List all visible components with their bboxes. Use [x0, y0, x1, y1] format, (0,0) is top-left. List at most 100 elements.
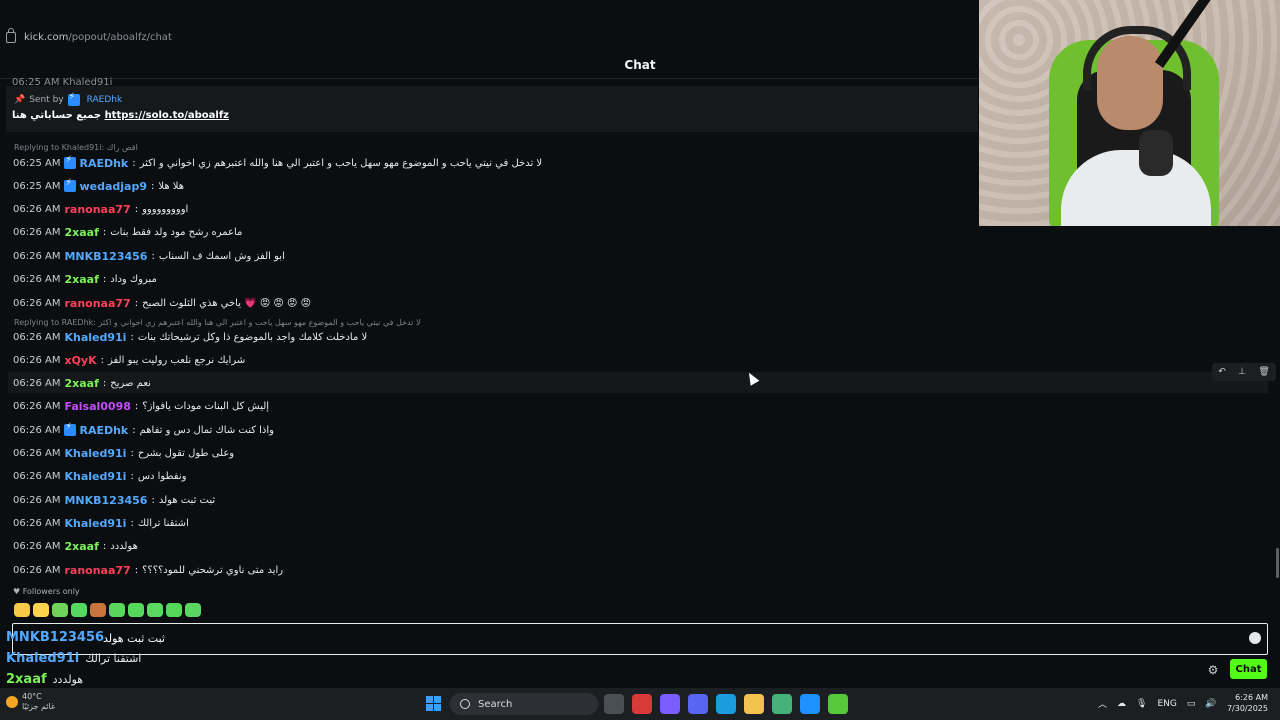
chat-input-text[interactable]: ثبت ثبت هولد — [103, 632, 165, 645]
lock-icon — [6, 27, 16, 43]
message-username[interactable]: MNKB123456 — [64, 250, 147, 263]
delete-icon[interactable]: 🗑 — [1258, 367, 1269, 377]
message-username[interactable]: ranonaa77 — [64, 564, 130, 577]
address-bar[interactable]: kick.com/popout/aboalfz/chat — [0, 26, 980, 48]
pin-icon[interactable]: ⊥ — [1238, 367, 1246, 377]
colon-separator: : — [132, 157, 136, 169]
message-time: 06:26 AM — [13, 273, 61, 285]
emote-icon[interactable] — [185, 603, 201, 617]
message-username[interactable]: RAEDhk — [79, 157, 128, 170]
message-time: 06:26 AM — [13, 377, 61, 389]
emote-icon[interactable] — [109, 603, 125, 617]
followers-only-notice: ♥ Followers only — [13, 587, 80, 596]
emote-icon[interactable] — [128, 603, 144, 617]
mic-icon[interactable]: 🎙 — [1136, 699, 1147, 709]
emote-icon[interactable] — [52, 603, 68, 617]
emoji-icon[interactable] — [1249, 632, 1261, 644]
pinned-message: 📌 Sent by RAEDhk جميع حساباتي هنا https:… — [6, 86, 978, 132]
url-path: /popout/aboalfz/chat — [68, 31, 172, 43]
reply-icon[interactable]: ↶ — [1218, 367, 1226, 377]
taskbar-app-icon[interactable] — [632, 694, 652, 714]
message-username[interactable]: 2xaaf — [64, 540, 98, 553]
onedrive-icon[interactable]: ☁ — [1117, 699, 1126, 709]
chat-message[interactable]: 06:26 AM ranonaa77: ياخي هذي الثلوث الصبح … — [13, 295, 311, 311]
reply-context[interactable]: Replying to Khaled91i: اقص راك — [14, 143, 138, 153]
colon-separator: : — [134, 564, 139, 576]
message-username[interactable]: Khaled91i — [64, 447, 126, 460]
chat-message[interactable]: 06:26 AM MNKB123456: ثبت ثبت هولد — [13, 492, 215, 508]
chat-message[interactable]: 06:26 AM Khaled91i: وعلى طول تقول بشرح — [13, 445, 234, 461]
emote-icon[interactable] — [90, 603, 106, 617]
chat-message[interactable]: 06:26 AM Khaled91i: اشتقنا ترالك — [13, 515, 189, 531]
message-username[interactable]: Khaled91i — [64, 517, 126, 530]
emote-icon[interactable] — [166, 603, 182, 617]
message-username[interactable]: wedadjap9 — [79, 180, 147, 193]
colon-separator: : — [134, 400, 139, 412]
chat-message[interactable]: 06:26 AM 2xaaf: هولددد — [13, 538, 138, 554]
message-username[interactable]: ranonaa77 — [64, 203, 130, 216]
chat-message[interactable]: 06:26 AM ranonaa77: رايد متى ناوي ترشحني ل… — [13, 562, 283, 578]
taskbar-app-icon[interactable] — [688, 694, 708, 714]
sent-by-user[interactable]: RAEDhk — [87, 95, 123, 105]
clock-date: 7/30/2025 — [1226, 704, 1268, 713]
message-username[interactable]: ranonaa77 — [64, 297, 130, 310]
chat-message[interactable]: 06:26 AM ranonaa77: اووووووووو — [13, 201, 188, 217]
taskbar-app-icon[interactable] — [716, 694, 736, 714]
taskbar-search[interactable]: Search — [450, 693, 598, 715]
chat-message[interactable]: 06:26 AM 2xaaf: نعم صريح — [13, 375, 151, 391]
taskbar-app-icon[interactable] — [800, 694, 820, 714]
message-username[interactable]: 2xaaf — [64, 273, 98, 286]
message-text: ثبت ثبت هولد — [158, 494, 216, 506]
pinned-link[interactable]: https://solo.to/aboalfz — [105, 110, 229, 121]
message-username[interactable]: 2xaaf — [64, 377, 98, 390]
taskbar-app-icon[interactable] — [744, 694, 764, 714]
emote-icon[interactable] — [71, 603, 87, 617]
message-text: مبروك وداد — [110, 273, 157, 285]
emote-icon[interactable] — [147, 603, 163, 617]
message-time: 06:26 AM — [13, 203, 61, 215]
chat-message[interactable]: 06:25 AM wedadjap9:هلا هلا — [13, 178, 184, 194]
chat-message[interactable]: 06:26 AM MNKB123456: ابو الفز وش اسمك ف ال… — [13, 248, 285, 264]
weather-widget[interactable]: 40°C غائم جزئيًا — [6, 692, 55, 712]
chat-message[interactable]: 06:26 AM Khaled91i: ونفطوا دس — [13, 468, 186, 484]
message-username[interactable]: MNKB123456 — [64, 494, 147, 507]
clock[interactable]: 6:26 AM 7/30/2025 — [1222, 692, 1268, 714]
colon-separator: : — [102, 377, 107, 389]
chat-message[interactable]: 06:26 AM 2xaaf: ماعمره رشح مود ولد فقط بنا… — [13, 224, 242, 240]
taskbar-app-icon[interactable] — [604, 694, 624, 714]
colon-separator: : — [102, 226, 107, 238]
volume-icon[interactable]: 🔊 — [1205, 699, 1216, 709]
message-username[interactable]: Khaled91i — [64, 470, 126, 483]
chat-message[interactable]: 06:26 AM Faisal0098: إليش كل البنات مودات … — [13, 398, 269, 414]
chat-message[interactable]: 06:26 AM Khaled91i: لا مادخلت كلامك واجد ب… — [13, 329, 367, 345]
chat-scrollbar[interactable] — [1276, 548, 1279, 578]
colon-separator: : — [130, 470, 134, 482]
settings-gear-icon[interactable]: ⚙ — [1206, 663, 1220, 677]
send-chat-button[interactable]: Chat — [1230, 659, 1267, 679]
chat-message[interactable]: 06:26 AM xQyK: شرايك نرجع نلعب روليت يبو ا… — [13, 352, 245, 368]
taskbar-app-icon[interactable] — [772, 694, 792, 714]
message-text: نعم صريح — [110, 377, 151, 389]
windows-start-icon[interactable] — [426, 696, 441, 711]
taskbar-app-icon[interactable] — [660, 694, 680, 714]
network-icon[interactable]: ▭ — [1187, 699, 1196, 709]
webcam-overlay — [979, 0, 1280, 226]
overlay-username: Khaled91i — [6, 651, 80, 666]
message-time: 06:25 AM — [13, 180, 61, 192]
message-username[interactable]: Faisal0098 — [64, 400, 130, 413]
chat-message[interactable]: 06:26 AM RAEDhk:واذا كنت شاك تمال دس و تف… — [13, 422, 274, 438]
tray-chevron-icon[interactable]: ︿ — [1098, 697, 1107, 710]
message-username[interactable]: Khaled91i — [64, 331, 126, 344]
language-indicator[interactable]: ENG — [1157, 699, 1176, 709]
taskbar-app-icon[interactable] — [828, 694, 848, 714]
reply-context[interactable]: Replying to RAEDhk: لا تدخل في نيتي ياحب… — [14, 318, 421, 328]
chat-message[interactable]: 06:26 AM 2xaaf: مبروك وداد — [13, 271, 157, 287]
message-username[interactable]: xQyK — [64, 354, 96, 367]
message-username[interactable]: RAEDhk — [79, 424, 128, 437]
overlay-line: MNKB123456 — [6, 630, 110, 645]
message-username[interactable]: 2xaaf — [64, 226, 98, 239]
emote-icon[interactable] — [33, 603, 49, 617]
chat-input[interactable]: ثبت ثبت هولد — [12, 623, 1268, 655]
chat-message[interactable]: 06:25 AM RAEDhk:لا تدخل في نيتي ياحب و ال… — [13, 155, 542, 171]
emote-icon[interactable] — [14, 603, 30, 617]
